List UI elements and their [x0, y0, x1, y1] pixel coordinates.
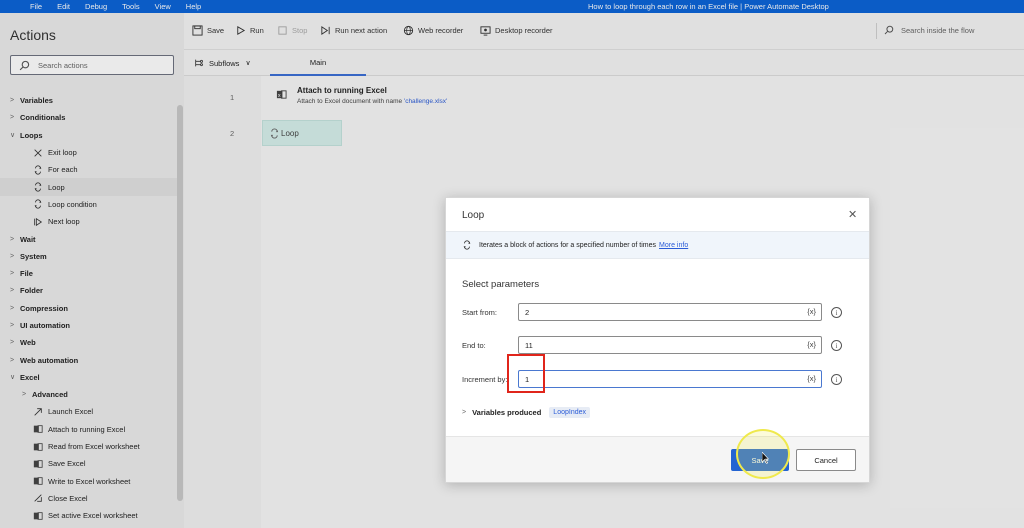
variable-loopindex[interactable]: LoopIndex: [549, 407, 590, 418]
select-parameters-heading: Select parameters: [462, 279, 540, 290]
info-icon[interactable]: i: [831, 307, 842, 318]
end-to-input[interactable]: 11 {x}: [518, 336, 822, 354]
start-from-label: Start from:: [462, 308, 498, 317]
dialog-description: Iterates a block of actions for a specif…: [479, 241, 657, 249]
more-info-link[interactable]: More info: [659, 242, 688, 249]
end-to-value: 11: [525, 340, 533, 350]
increment-by-input[interactable]: 1 {x}: [518, 370, 822, 388]
variable-picker-button[interactable]: {x}: [807, 374, 816, 383]
loop-icon: [463, 240, 471, 250]
variable-picker-button[interactable]: {x}: [807, 307, 816, 316]
variable-picker-button[interactable]: {x}: [807, 340, 816, 349]
chevron-right-icon: >: [462, 409, 467, 416]
info-icon[interactable]: i: [831, 340, 842, 351]
end-to-label: End to:: [462, 341, 486, 350]
info-icon[interactable]: i: [831, 374, 842, 385]
dialog-title: Loop: [462, 210, 485, 221]
dialog-info-bar: Iterates a block of actions for a specif…: [446, 231, 869, 259]
dialog-footer: Save Cancel: [446, 436, 869, 482]
increment-by-label: Increment by:: [462, 375, 508, 384]
start-from-value: 2: [525, 307, 530, 317]
highlight-box: [507, 354, 545, 393]
variables-produced-row[interactable]: > Variables produced LoopIndex: [462, 407, 590, 418]
close-icon[interactable]: ✕: [848, 208, 857, 221]
mouse-cursor-icon: [762, 452, 769, 464]
dialog-cancel-button[interactable]: Cancel: [796, 449, 856, 471]
start-from-input[interactable]: 2 {x}: [518, 303, 822, 321]
loop-dialog: Loop ✕ Iterates a block of actions for a…: [445, 197, 870, 483]
variables-produced-label: Variables produced: [472, 408, 542, 417]
